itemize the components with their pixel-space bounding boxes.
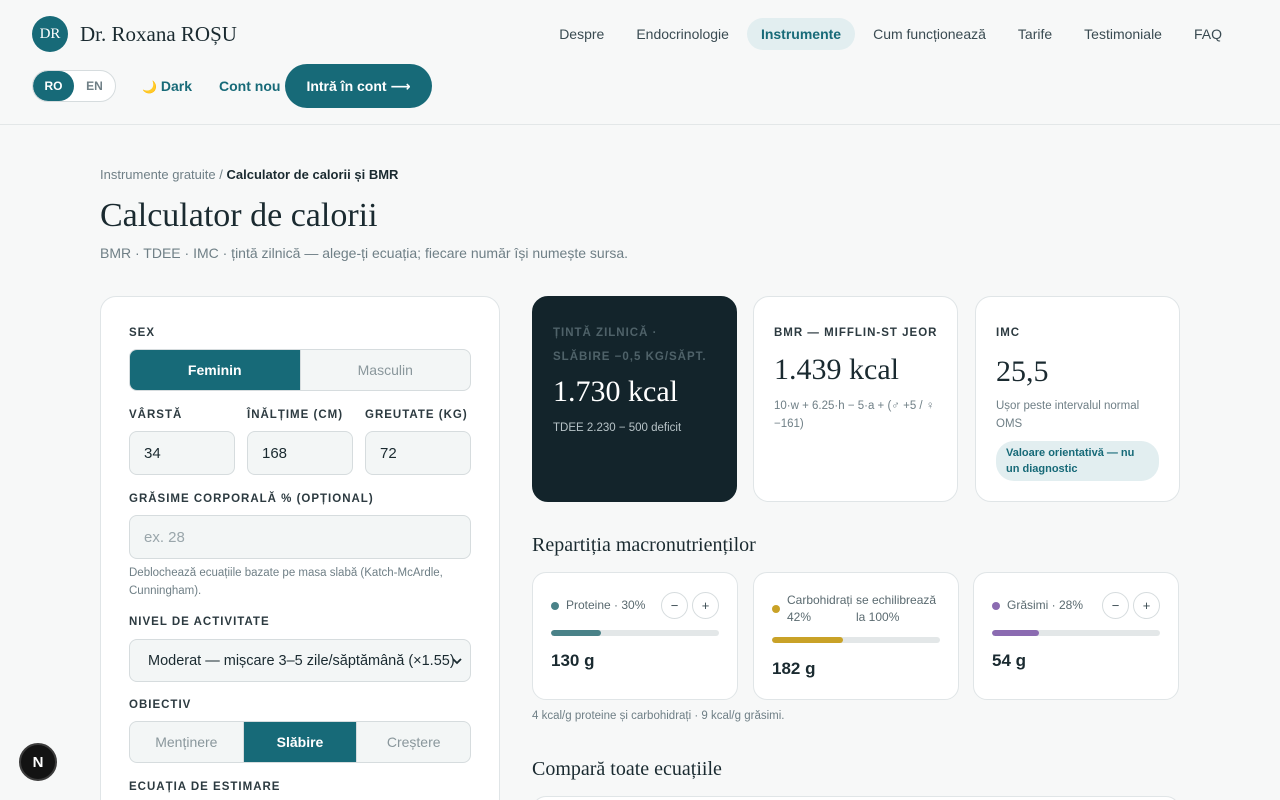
nav-item-instrumente[interactable]: Instrumente (746, 18, 856, 50)
language-switch: RO EN (32, 70, 116, 102)
weight-label: GREUTATE (KG) (365, 409, 468, 421)
devtools-badge[interactable]: N (19, 743, 57, 781)
goal-option-crestere[interactable]: Creștere (356, 722, 470, 762)
macros-kcal-note: 4 kcal/g proteine și carbohidrați · 9 kc… (532, 710, 785, 722)
age-label: VÂRSTĂ (129, 409, 183, 421)
equation-label: ECUAȚIA DE ESTIMARE (129, 781, 281, 793)
daily-target-note: TDEE 2.230 − 500 deficit (553, 422, 682, 434)
page-title: Calculator de calorii (100, 197, 378, 234)
goal-selector: Menținere Slăbire Creștere (129, 721, 471, 763)
bmi-value: 25,5 (996, 355, 1049, 388)
protein-bar-fill (551, 630, 602, 636)
signup-link[interactable]: Cont nou (219, 78, 280, 94)
dark-mode-label: Dark (160, 78, 192, 94)
carbs-name: Carbohidrați · 42% (787, 593, 860, 624)
sex-option-masculin[interactable]: Masculin (299, 350, 471, 390)
fat-decrease-button[interactable]: − (1102, 592, 1129, 619)
protein-bar (551, 630, 719, 636)
daily-target-label: ȚINTĂ ZILNICĂ · SLĂBIRE −0,5 KG/SĂPT. (553, 327, 707, 363)
protein-increase-button[interactable]: + (692, 592, 719, 619)
bmi-note: Ușor peste intervalul normal OMS (996, 400, 1140, 430)
lang-en-button[interactable]: EN (74, 71, 115, 101)
chevron-down-icon (452, 658, 462, 665)
bmr-value: 1.439 kcal (774, 353, 899, 386)
logo-badge[interactable]: DR (32, 16, 68, 52)
goal-option-slabire[interactable]: Slăbire (242, 722, 357, 762)
breadcrumb: Instrumente gratuite / Calculator de cal… (100, 167, 398, 182)
goal-option-mentinere[interactable]: Menținere (130, 722, 243, 762)
fat-bar (992, 630, 1160, 636)
compare-equations-card (532, 796, 1180, 800)
carbs-bar (772, 637, 940, 643)
carbs-balance-note: se echilibrează la 100% (856, 593, 937, 624)
macro-card-fat: Grăsimi · 28% − + 54 g (973, 572, 1179, 700)
bmr-label: BMR — MIFFLIN-ST JEOR (774, 327, 938, 339)
breadcrumb-separator: / (219, 167, 223, 182)
bmi-card: IMC 25,5 Ușor peste intervalul normal OM… (975, 296, 1180, 502)
bmr-card: BMR — MIFFLIN-ST JEOR 1.439 kcal 10·w + … (753, 296, 958, 502)
bmr-formula: 10·w + 6.25·h − 5·a + (♂ +5 / ♀ −161) (774, 400, 935, 430)
fat-increase-button[interactable]: + (1133, 592, 1160, 619)
fat-color-dot (992, 602, 1000, 610)
activity-select-value: Moderat — mișcare 3–5 zile/săptămână (×1… (148, 652, 455, 669)
bmi-label: IMC (996, 327, 1021, 339)
macro-card-carbs: Carbohidrați · 42% se echilibrează la 10… (753, 572, 959, 700)
lang-ro-button[interactable]: RO (33, 71, 74, 101)
protein-decrease-button[interactable]: − (661, 592, 688, 619)
bmi-disclaimer-badge: Valoare orientativă — nu un diagnostic (996, 441, 1159, 481)
height-input[interactable]: 168 (247, 431, 353, 475)
bodyfat-input[interactable]: ex. 28 (129, 515, 471, 559)
fat-grams: 54 g (992, 651, 1027, 670)
compare-title: Compară toate ecuațiile (532, 758, 722, 780)
bodyfat-hint: Deblochează ecuațiile bazate pe masa sla… (129, 567, 443, 597)
protein-name: Proteine · 30% (566, 598, 646, 612)
breadcrumb-current: Calculator de calorii și BMR (226, 167, 399, 182)
sex-label: SEX (129, 327, 156, 339)
macro-card-protein: Proteine · 30% − + 130 g (532, 572, 738, 700)
age-input[interactable]: 34 (129, 431, 235, 475)
site-header: DR Dr. Roxana ROȘU Despre Endocrinologie… (0, 0, 1280, 125)
activity-select[interactable]: Moderat — mișcare 3–5 zile/săptămână (×1… (129, 639, 471, 682)
daily-target-card: ȚINTĂ ZILNICĂ · SLĂBIRE −0,5 KG/SĂPT. 1.… (532, 296, 737, 502)
sex-option-feminin[interactable]: Feminin (130, 350, 300, 390)
nav-item-testimoniale[interactable]: Testimoniale (1070, 18, 1176, 50)
weight-input[interactable]: 72 (365, 431, 471, 475)
carbs-bar-fill (772, 637, 843, 643)
dark-mode-toggle[interactable]: 🌙 Dark (142, 78, 192, 94)
protein-color-dot (551, 602, 559, 610)
carbs-color-dot (772, 605, 780, 613)
breadcrumb-parent[interactable]: Instrumente gratuite (100, 167, 216, 182)
brand-name[interactable]: Dr. Roxana ROȘU (80, 22, 237, 47)
macros-title: Repartiția macronutrienților (532, 534, 756, 556)
protein-grams: 130 g (551, 651, 595, 670)
moon-icon: 🌙 (142, 80, 157, 94)
nav-item-cum-functioneaza[interactable]: Cum funcționează (859, 18, 1000, 50)
fat-bar-fill (992, 630, 1040, 636)
login-button[interactable]: Intră în cont ⟶ (285, 64, 432, 108)
nav-item-tarife[interactable]: Tarife (1004, 18, 1066, 50)
height-label: ÎNĂLȚIME (CM) (247, 409, 344, 421)
main-nav: Despre Endocrinologie Instrumente Cum fu… (545, 18, 1236, 50)
bodyfat-label: GRĂSIME CORPORALĂ % (OPȚIONAL) (129, 493, 374, 505)
nav-item-endocrinologie[interactable]: Endocrinologie (622, 18, 743, 50)
sex-selector: Feminin Masculin (129, 349, 471, 391)
goal-label: OBIECTIV (129, 699, 192, 711)
calculator-form: SEX Feminin Masculin VÂRSTĂ ÎNĂLȚIME (CM… (100, 296, 500, 800)
nav-item-despre[interactable]: Despre (545, 18, 618, 50)
fat-name: Grăsimi · 28% (1007, 598, 1084, 612)
nav-item-faq[interactable]: FAQ (1180, 18, 1236, 50)
page-subtitle: BMR · TDEE · IMC · țintă zilnică — alege… (100, 245, 629, 261)
carbs-grams: 182 g (772, 659, 816, 678)
daily-target-value: 1.730 kcal (553, 375, 678, 408)
activity-label: NIVEL DE ACTIVITATE (129, 616, 270, 628)
